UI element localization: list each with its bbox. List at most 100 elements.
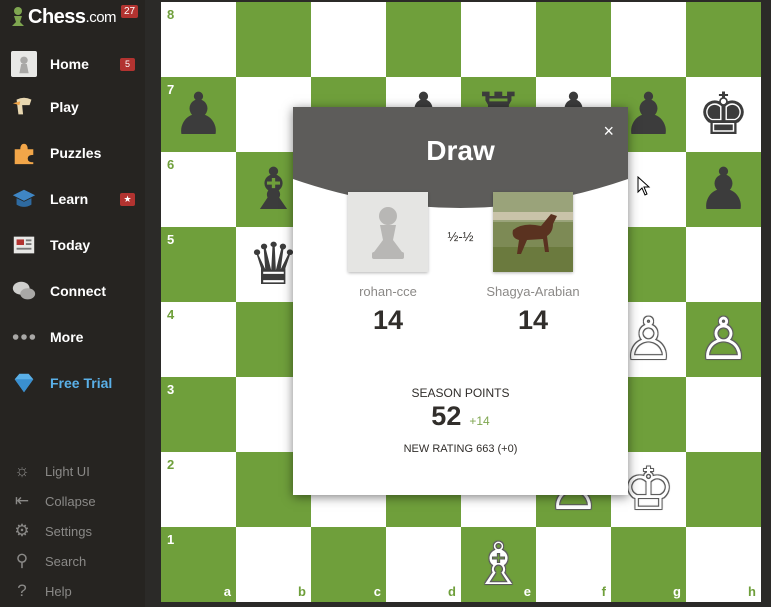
nav-item-more[interactable]: More [0,317,145,357]
square-b8[interactable] [236,2,311,77]
file-label: h [748,584,756,599]
player-two: Shagya-Arabian 14 [473,192,593,336]
utility-label: Search [45,553,87,569]
square-d1[interactable]: d [386,527,461,602]
file-label: e [523,584,531,599]
sun-icon: ☼ [14,461,30,480]
chess-piece[interactable]: ♚ [698,77,750,152]
logo-suffix: .com [85,8,117,26]
nav-badge: 5 [120,57,135,71]
new-rating: NEW RATING 663 (+0) [403,443,518,455]
nav-item-label: Today [50,237,91,253]
chess-piece[interactable]: ♟ [698,152,750,227]
square-b1[interactable]: b [236,527,311,602]
player-one-score: 14 [372,305,404,335]
square-h7[interactable]: ♚ [686,77,761,152]
chess-piece[interactable]: ♗ [473,527,525,602]
square-a8[interactable]: 8 [161,2,236,77]
utility-collapse[interactable]: ⇤ Collapse [0,487,145,515]
utility-help[interactable]: ? Help [0,577,145,605]
square-f1[interactable]: f [536,527,611,602]
game-over-modal: Draw × rohan-cce 14 ½-½ Shagya-Arabian 1… [293,107,628,495]
collapse-icon: ⇤ [14,491,30,510]
nav-item-learn[interactable]: Learn ★ [0,179,145,219]
utility-search[interactable]: ⚲ Search [0,547,145,575]
square-h4[interactable]: ♙ [686,302,761,377]
pawn-avatar-icon[interactable] [348,192,428,272]
rank-label: 1 [167,532,175,547]
season-points-row: 52 +14 [293,401,628,432]
square-e8[interactable] [461,2,536,77]
nav-item-today[interactable]: Today [0,225,145,265]
file-label: b [298,584,306,599]
square-g8[interactable] [611,2,686,77]
season-points-label: SEASON POINTS [411,386,510,400]
nav-item-label: Puzzles [50,145,102,161]
nav-item-label: Connect [50,283,106,299]
rank-label: 7 [167,82,175,97]
nav-item-connect[interactable]: Connect [0,271,145,311]
more-icon [10,323,38,351]
file-label: a [223,584,231,599]
square-e1[interactable]: e ♗ [461,527,536,602]
square-a7[interactable]: 7 ♟ [161,77,236,152]
horse-avatar-image[interactable] [493,192,573,272]
file-label: g [673,584,681,599]
square-h3[interactable] [686,377,761,452]
gear-icon: ⚙ [14,521,30,540]
square-a2[interactable]: 2 [161,452,236,527]
connect-icon [10,277,38,305]
chess-piece[interactable]: ♟ [623,77,675,152]
square-h8[interactable] [686,2,761,77]
square-c8[interactable] [311,2,386,77]
nav-item-play[interactable]: Play [0,87,145,127]
nav-item-home[interactable]: Home 5 [0,44,145,84]
puzzle-icon [10,139,38,167]
square-c1[interactable]: c [311,527,386,602]
square-a4[interactable]: 4 [161,302,236,377]
square-a6[interactable]: 6 [161,152,236,227]
player-one: rohan-cce 14 [328,192,448,336]
square-h6[interactable]: ♟ [686,152,761,227]
rank-label: 8 [167,7,175,22]
nav-badge: ★ [120,192,135,206]
nav-item-free-trial[interactable]: Free Trial [0,363,145,403]
square-a3[interactable]: 3 [161,377,236,452]
search-icon: ⚲ [15,551,29,570]
square-a1[interactable]: 1a [161,527,236,602]
chess-piece[interactable]: ♔ [623,452,675,527]
close-icon[interactable]: × [603,121,614,141]
file-label: f [601,584,606,599]
rank-label: 6 [167,157,175,172]
square-h1[interactable]: h [686,527,761,602]
nav-item-label: Learn [50,191,89,207]
player-one-name[interactable]: rohan-cce [328,284,448,299]
file-label: c [373,584,381,599]
chess-piece[interactable]: ♛ [248,227,300,302]
nav-item-puzzles[interactable]: Puzzles [0,133,145,173]
square-g1[interactable]: g [611,527,686,602]
rank-label: 5 [167,232,175,247]
chess-piece[interactable]: ♙ [623,302,675,377]
chess-piece[interactable]: ♟ [173,77,225,152]
chess-com-logo[interactable]: Chess .com [10,4,117,30]
chess-piece[interactable]: ♝ [248,152,300,227]
player-two-name[interactable]: Shagya-Arabian [473,284,593,299]
help-icon: ? [17,581,27,600]
home-avatar-icon [10,50,38,78]
rank-label: 3 [167,382,175,397]
utility-label: Settings [45,523,92,539]
utility-settings[interactable]: ⚙ Settings [0,517,145,545]
utility-light-ui[interactable]: ☼ Light UI [0,457,145,485]
square-h5[interactable] [686,227,761,302]
nav-item-label: Home [50,56,89,72]
square-f8[interactable] [536,2,611,77]
rank-label: 4 [167,307,175,322]
square-d8[interactable] [386,2,461,77]
chess-piece[interactable]: ♙ [698,302,750,377]
learn-icon [10,185,38,213]
logo-brand: Chess [28,5,86,28]
play-icon [10,93,38,121]
square-a5[interactable]: 5 [161,227,236,302]
square-h2[interactable] [686,452,761,527]
